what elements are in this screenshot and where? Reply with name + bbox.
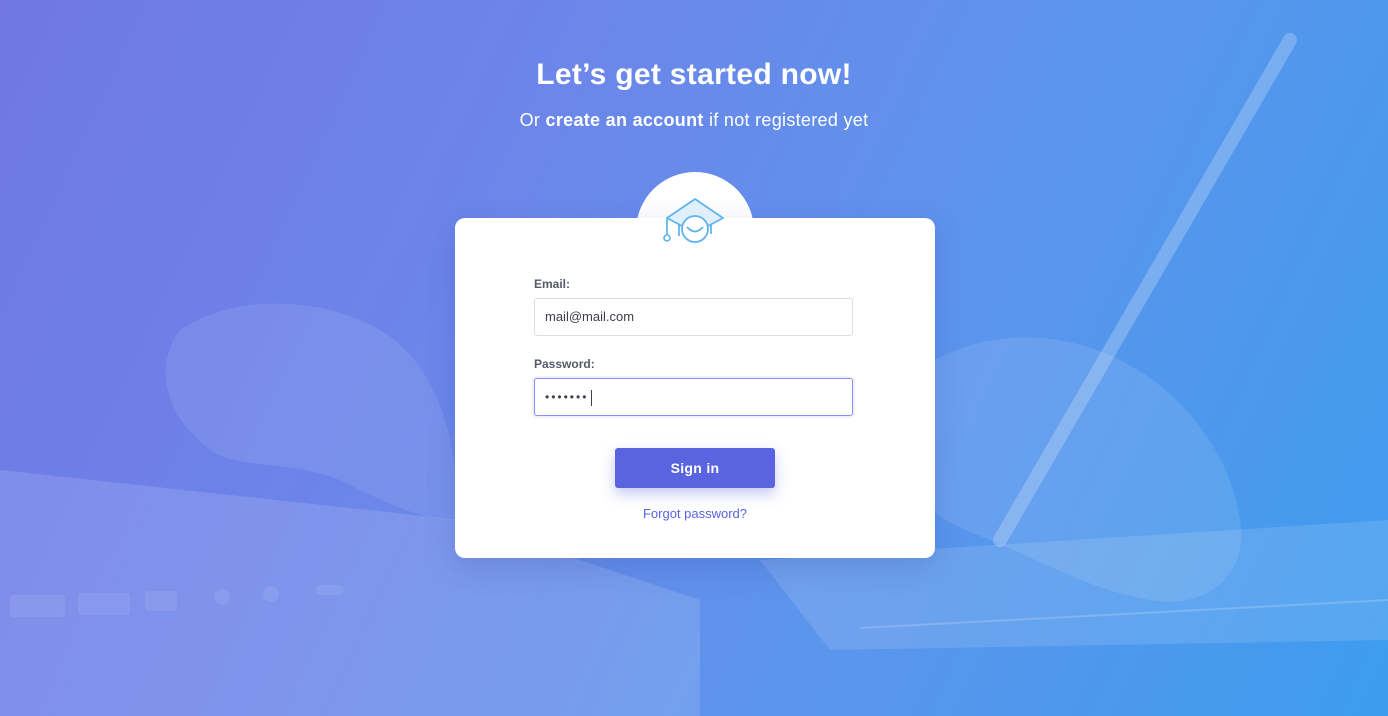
password-label: Password: xyxy=(534,357,595,371)
create-account-link[interactable]: create an account xyxy=(546,110,704,130)
password-field[interactable]: ••••••• xyxy=(534,378,853,416)
subtitle-suffix: if not registered yet xyxy=(703,110,869,130)
sign-in-button[interactable]: Sign in xyxy=(615,448,775,488)
page-subtitle: Or create an account if not registered y… xyxy=(0,110,1388,131)
email-field[interactable]: mail@mail.com xyxy=(534,298,853,336)
subtitle-prefix: Or xyxy=(519,110,546,130)
password-masked-value: ••••••• xyxy=(545,390,589,404)
graduation-cap-icon xyxy=(663,196,727,248)
forgot-password-link[interactable]: Forgot password? xyxy=(455,506,935,521)
page-title: Let’s get started now! xyxy=(536,58,852,91)
email-label: Email: xyxy=(534,277,571,291)
text-caret xyxy=(591,389,593,406)
